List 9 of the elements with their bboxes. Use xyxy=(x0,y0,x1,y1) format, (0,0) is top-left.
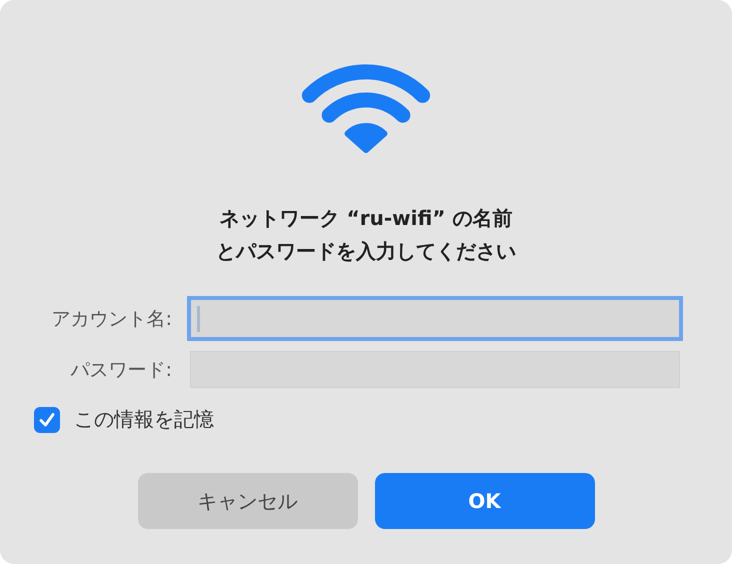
ok-button[interactable]: OK xyxy=(374,473,594,529)
cancel-button[interactable]: キャンセル xyxy=(138,473,358,529)
dialog-title: とパスワードを入力してください xyxy=(216,238,516,265)
field-label: パスワード: xyxy=(70,358,173,382)
input-field[interactable] xyxy=(187,296,683,341)
checkbox-label: この情報を記憶 xyxy=(74,406,214,433)
field-label: アカウント名: xyxy=(50,306,173,332)
checkbox[interactable] xyxy=(34,406,60,432)
dialog-title: ネットワーク “ru-wifi” の名前 xyxy=(218,205,514,232)
